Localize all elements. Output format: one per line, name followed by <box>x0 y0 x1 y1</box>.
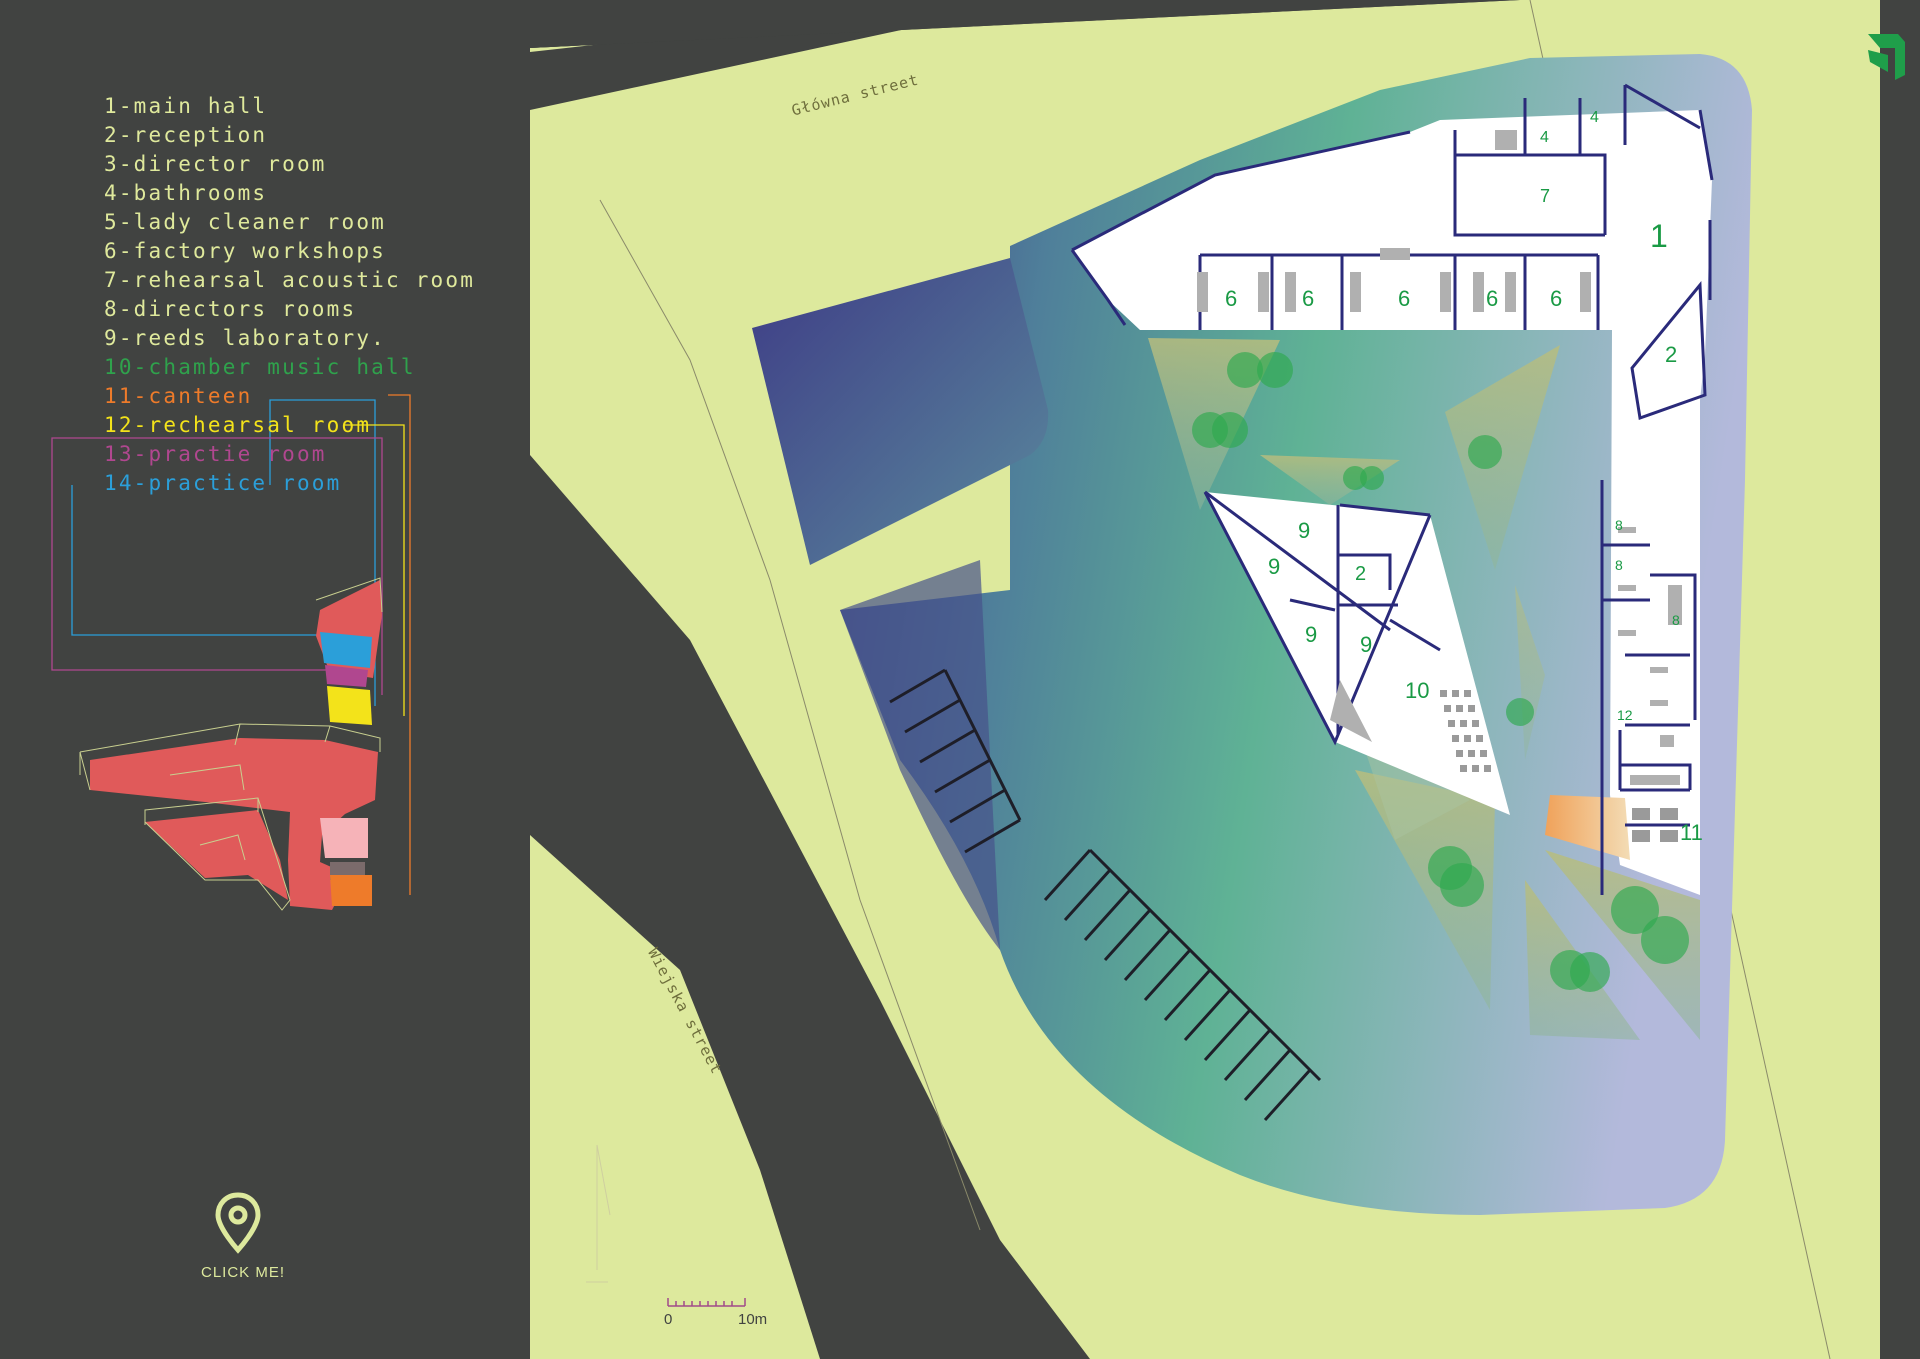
click-me-button[interactable]: CLICK ME! <box>188 1264 298 1281</box>
leader-13b <box>51 512 330 671</box>
room-number-7: 7 <box>1540 186 1550 206</box>
room-number-4: 4 <box>1540 129 1549 146</box>
legend-item-reception: 2-reception <box>104 123 268 147</box>
legend-item-lady-cleaner-room: 5-lady cleaner room <box>104 210 387 234</box>
legend-item-canteen: 11-canteen <box>104 384 253 408</box>
room-number-6c: 6 <box>1398 286 1410 311</box>
legend-item-practie-room: 13-practie room <box>104 442 327 466</box>
scale-start-label: 0 <box>664 1311 673 1328</box>
legend-item-director-room: 3-director room <box>104 152 327 176</box>
legend-item-factory-workshops: 6-factory workshops <box>104 239 387 263</box>
legend-item-chamber-music-hall: 10-chamber music hall <box>104 355 416 379</box>
room-number-4b: 4 <box>1590 109 1599 126</box>
room-number-6d: 6 <box>1486 286 1498 311</box>
room-number-2b: 2 <box>1355 563 1366 585</box>
room-number-8b: 8 <box>1615 557 1623 573</box>
room-number-8c: 8 <box>1672 612 1680 628</box>
room-number-9a: 9 <box>1298 518 1310 543</box>
room-number-8a: 8 <box>1615 517 1623 533</box>
room-legend: 1-main hall 2-reception 3-director room … <box>104 92 475 498</box>
room-number-6e: 6 <box>1550 286 1562 311</box>
room-number-11: 11 <box>1680 820 1703 845</box>
room-number-9b: 9 <box>1268 554 1280 579</box>
room-number-9d: 9 <box>1360 632 1372 657</box>
room-number-6b: 6 <box>1302 286 1314 311</box>
legend-item-bathrooms: 4-bathrooms <box>104 181 268 205</box>
leader-14b <box>71 485 322 636</box>
legend-item-practice-room: 14-practice room <box>104 471 342 495</box>
legend-item-directors-rooms: 8-directors rooms <box>104 297 357 321</box>
legend-item-main-hall: 1-main hall <box>104 94 268 118</box>
legend-item-reeds-laboratory: 9-reeds laboratory. <box>104 326 387 350</box>
scale-end-label: 10m <box>738 1311 768 1328</box>
location-pin-icon[interactable] <box>214 1192 262 1254</box>
room-number-12: 12 <box>1617 707 1633 723</box>
legend-item-rehearsal-acoustic-room: 7-rehearsal acoustic room <box>104 268 476 292</box>
room-number-10: 10 <box>1405 678 1429 703</box>
room-number-6a: 6 <box>1225 286 1237 311</box>
room-number-9c: 9 <box>1305 622 1317 647</box>
legend-item-rechearsal-room: 12-rechearsal room <box>104 413 372 437</box>
room-number-1: 1 <box>1650 218 1668 254</box>
room-number-2: 2 <box>1665 342 1677 367</box>
street-dark-right <box>1880 0 1920 1359</box>
